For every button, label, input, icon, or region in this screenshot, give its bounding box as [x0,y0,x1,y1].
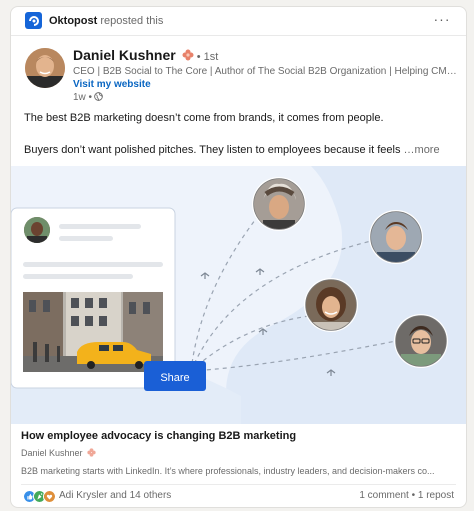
repost-company-name[interactable]: Oktopost [49,15,97,27]
visit-website-link[interactable]: Visit my website [73,79,151,90]
link-preview-title[interactable]: How employee advocacy is changing B2B ma… [21,430,296,442]
flower-badge-icon [182,49,194,61]
author-name-row: Daniel Kushner • 1st [73,47,218,65]
post-text-line-2: Buyers don’t want polished pitches. They… [24,144,456,156]
see-more-link[interactable]: …more [404,144,440,156]
image-share-button: Share [144,361,206,391]
reposts-count-link[interactable]: 1 repost [418,490,454,501]
globe-icon [94,92,103,101]
author-name[interactable]: Daniel Kushner [73,47,176,63]
post-meta: 1w • [73,92,103,103]
image-share-label: Share [160,372,189,384]
repost-header: Oktopost reposted this ··· [11,7,466,36]
support-icon [43,490,56,503]
divider [21,484,456,485]
reactions-names[interactable]: Adi Krysler and 14 others [59,490,171,501]
author-avatar[interactable] [25,48,65,88]
comments-count-link[interactable]: 1 comment [359,490,408,501]
post-text-line-1: The best B2B marketing doesn’t come from… [24,112,384,124]
repost-action: reposted this [100,15,164,27]
feed-post-card: Oktopost reposted this ··· Daniel Kushne… [10,6,467,508]
author-headline: CEO | B2B Social to The Core | Author of… [73,66,458,77]
post-time: 1w • [73,92,93,103]
more-options-button[interactable]: ··· [432,12,452,29]
post-text-line-2-content: Buyers don’t want polished pitches. They… [24,144,401,156]
connection-degree: • 1st [196,51,219,63]
link-preview-description: B2B marketing starts with LinkedIn. It’s… [21,466,435,476]
counts-separator: • [408,490,418,501]
repost-text: Oktopost reposted this [49,15,163,27]
post-image[interactable]: Share [11,166,466,424]
engagement-counts: 1 comment • 1 repost [359,490,454,501]
oktopost-logo-icon[interactable] [25,12,42,29]
flower-badge-icon [87,448,96,457]
link-preview-author: Daniel Kushner [21,448,96,458]
link-preview-author-name: Daniel Kushner [21,448,83,458]
